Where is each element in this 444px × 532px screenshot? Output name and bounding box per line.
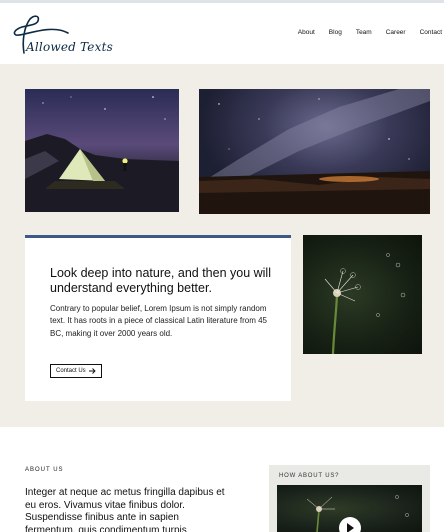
dandelion-photo xyxy=(303,235,422,354)
how-about-us-label: HOW ABOUT US? xyxy=(279,473,340,479)
milky-way-photo xyxy=(199,89,430,214)
nav-team[interactable]: Team xyxy=(356,29,372,36)
logo-text: Allowed Texts xyxy=(26,40,113,54)
nav-contact[interactable]: Contact xyxy=(420,29,442,36)
nav-blog[interactable]: Blog xyxy=(329,29,342,36)
play-icon[interactable] xyxy=(339,517,361,532)
quote-body: Contrary to popular belief, Lorem Ipsum … xyxy=(50,304,267,338)
main-nav: About Blog Team Career Contact xyxy=(284,29,442,36)
site-logo[interactable]: Allowed Texts xyxy=(10,13,113,57)
video-thumbnail[interactable] xyxy=(277,485,422,532)
nav-career[interactable]: Career xyxy=(386,29,406,36)
quote-card: Look deep into nature, and then you will… xyxy=(25,235,291,401)
contact-us-label: Contact Us xyxy=(56,368,86,374)
about-text: Integer at neque ac metus fringilla dapi… xyxy=(25,487,225,532)
tent-night-photo xyxy=(25,89,179,212)
how-about-us-panel: HOW ABOUT US? xyxy=(269,465,430,532)
about-label: ABOUT US xyxy=(25,467,64,473)
arrow-right-icon xyxy=(88,368,96,374)
quote-title: Look deep into nature, and then you will… xyxy=(50,266,271,295)
site-header: Allowed Texts About Blog Team Career Con… xyxy=(0,3,444,64)
nav-about[interactable]: About xyxy=(298,29,315,36)
contact-us-button[interactable]: Contact Us xyxy=(50,364,102,378)
